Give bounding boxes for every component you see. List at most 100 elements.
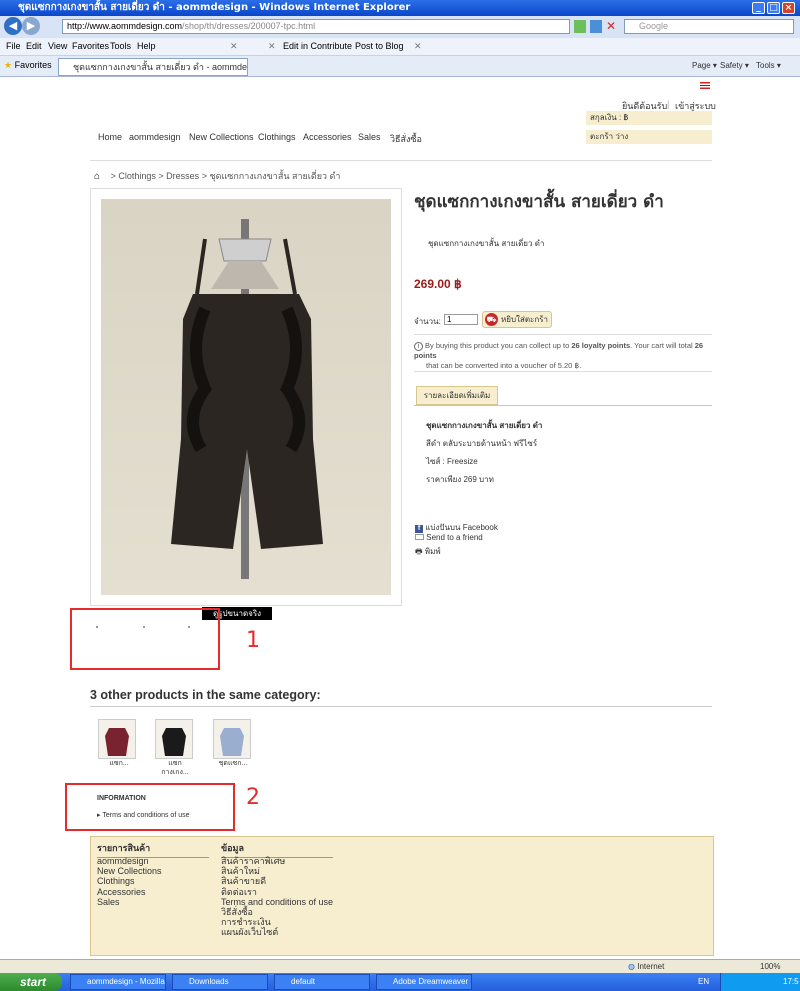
page-menu[interactable]: Page ▾: [692, 61, 717, 70]
refresh-icon[interactable]: [590, 20, 602, 33]
compat-view-icon[interactable]: [574, 20, 586, 33]
footer-link[interactable]: Clothings: [97, 876, 162, 886]
menu-view[interactable]: View: [48, 41, 67, 51]
thai-flag-icon[interactable]: [700, 82, 710, 89]
tools-menu[interactable]: Tools ▾: [756, 61, 781, 70]
footer-link[interactable]: Sales: [97, 897, 162, 907]
annotation-label-1: 1: [246, 628, 260, 653]
footer-link[interactable]: สินค้าใหม่: [221, 866, 333, 876]
footer-link[interactable]: สินค้าราคาพิเศษ: [221, 856, 333, 866]
forward-button[interactable]: ▶: [22, 17, 40, 35]
url-path: /shop/th/dresses/200007-tpc.html: [182, 21, 316, 31]
search-input[interactable]: Google: [624, 19, 794, 34]
information-heading: INFORMATION: [97, 795, 146, 802]
annotation-box-2: [65, 783, 235, 831]
send-to-friend-label: Send to a friend: [426, 533, 483, 542]
security-zone: ◍ Internet: [628, 962, 664, 971]
thumbnail-dot[interactable]: [96, 626, 98, 628]
zoom-level[interactable]: 100%: [760, 962, 780, 971]
start-button[interactable]: start: [0, 973, 62, 991]
nav-home[interactable]: Home: [98, 132, 122, 142]
menu-edit[interactable]: Edit: [26, 41, 42, 51]
taskbar-item[interactable]: Downloads: [172, 974, 268, 990]
menu-favorites[interactable]: Favorites: [72, 41, 109, 51]
nav-sales[interactable]: Sales: [358, 132, 381, 142]
address-input[interactable]: http://www.aommdesign.com/shop/th/dresse…: [62, 19, 570, 34]
product-price: 269.00 ฿: [414, 277, 462, 291]
breadcrumb-clothings[interactable]: Clothings: [118, 171, 156, 181]
thumbnail-dot[interactable]: [143, 626, 145, 628]
detail-price: ราคาเพียง 269 บาท: [426, 475, 494, 484]
home-icon[interactable]: ⌂: [94, 171, 100, 182]
close-button[interactable]: ×: [782, 2, 795, 14]
related-product-thumb[interactable]: [98, 719, 136, 759]
nav-accessories[interactable]: Accessories: [303, 132, 352, 142]
envelope-icon: [415, 534, 424, 540]
product-photo[interactable]: [101, 199, 391, 595]
close-toolbar-icon[interactable]: ✕: [230, 41, 238, 52]
taskbar-item[interactable]: default: [274, 974, 370, 990]
loyalty-text-1: By buying this product you can collect u…: [425, 341, 572, 350]
edit-in-contribute-button[interactable]: Edit in Contribute: [283, 41, 352, 51]
url-host: http://www.aommdesign.com: [67, 21, 183, 31]
breadcrumb: ⌂ > Clothings > Dresses > ชุดแซกกางเกงขา…: [94, 169, 340, 183]
menu-file[interactable]: File: [6, 41, 21, 51]
taskbar-item[interactable]: aommdesign - Mozilla ...: [70, 974, 166, 990]
print-link[interactable]: 🖶 พิมพ์: [415, 545, 441, 560]
tab-more-info[interactable]: รายละเอียดเพิ่มเติม: [416, 386, 498, 405]
footer-link[interactable]: Accessories: [97, 887, 162, 897]
related-product-name[interactable]: ชุดแซก...: [213, 759, 253, 768]
related-product-thumb[interactable]: [155, 719, 193, 759]
window-title: ชุดแซกกางเกงขาสั้น สายเดี่ยว ดำ - aommde…: [18, 2, 411, 13]
stop-icon[interactable]: ✕: [606, 20, 618, 33]
nav-how-to-order[interactable]: วิธีสั่งซื้อ: [390, 132, 422, 146]
currency-selector[interactable]: สกุลเงิน : ฿: [586, 111, 712, 125]
footer-link[interactable]: aommdesign: [97, 856, 162, 866]
footer-link[interactable]: วิธีสั่งซื้อ: [221, 907, 333, 917]
footer: รายการสินค้า aommdesign New Collections …: [90, 836, 714, 956]
footer-link[interactable]: การชำระเงิน: [221, 917, 333, 927]
close-toolbar-icon-3[interactable]: ✕: [414, 41, 422, 52]
thumbnail-dot[interactable]: [188, 626, 190, 628]
minimize-button[interactable]: _: [752, 2, 765, 14]
footer-link[interactable]: สินค้าขายดี: [221, 876, 333, 886]
post-to-blog-button[interactable]: Post to Blog: [355, 41, 404, 51]
related-product-name[interactable]: แซก...: [100, 759, 138, 768]
taskbar: start aommdesign - Mozilla ... Downloads…: [0, 973, 800, 991]
menu-tools[interactable]: Tools: [110, 41, 131, 51]
footer-link[interactable]: แผนผังเว็บไซต์: [221, 927, 333, 937]
footer-link[interactable]: Terms and conditions of use: [221, 897, 333, 907]
breadcrumb-dresses[interactable]: Dresses: [166, 171, 199, 181]
nav-divider: [90, 160, 712, 161]
product-image-frame: [90, 188, 402, 606]
safety-menu[interactable]: Safety ▾: [720, 61, 749, 70]
loyalty-text-2: . Your cart will total: [630, 341, 695, 350]
related-product-thumb[interactable]: [213, 719, 251, 759]
taskbar-item[interactable]: Adobe Dreamweaver ...: [376, 974, 472, 990]
send-to-friend-link[interactable]: Send to a friend: [415, 533, 483, 542]
window-title-bar: ชุดแซกกางเกงขาสั้น สายเดี่ยว ดำ - aommde…: [0, 0, 800, 16]
nav-aommdesign[interactable]: aommdesign: [129, 132, 181, 142]
footer-link[interactable]: ติดต่อเรา: [221, 887, 333, 897]
related-divider: [90, 706, 712, 707]
nav-clothings[interactable]: Clothings: [258, 132, 296, 142]
add-to-cart-button[interactable]: ⛟ หยิบใส่ตะกร้า: [482, 311, 552, 328]
maximize-button[interactable]: □: [767, 2, 780, 14]
language-indicator[interactable]: EN: [698, 977, 709, 986]
terms-link[interactable]: ▸ Terms and conditions of use: [97, 811, 190, 819]
terms-link-label: Terms and conditions of use: [102, 812, 190, 819]
menu-help[interactable]: Help: [137, 41, 156, 51]
nav-new-collections[interactable]: New Collections: [189, 132, 254, 142]
quantity-input[interactable]: [444, 314, 478, 325]
footer-link[interactable]: New Collections: [97, 866, 162, 876]
detail-title: ชุดแซกกางเกงขาสั้น สายเดี่ยว ดำ: [426, 421, 543, 430]
favorites-button[interactable]: ★ Favorites: [4, 60, 52, 71]
browser-tab[interactable]: ชุดแซกกางเกงขาสั้น สายเดี่ยว ดำ - aommde…: [58, 58, 248, 76]
clock[interactable]: 17:5: [783, 977, 799, 986]
facebook-icon: f: [415, 525, 423, 533]
back-button[interactable]: ◀: [4, 17, 22, 35]
detail-size: ไซส์ : Freesize: [426, 457, 478, 466]
cart-block[interactable]: ตะกร้า ว่าง: [586, 130, 712, 144]
related-product-name[interactable]: แซก กางเกง...: [155, 759, 195, 777]
close-toolbar-icon-2[interactable]: ✕: [268, 41, 276, 52]
